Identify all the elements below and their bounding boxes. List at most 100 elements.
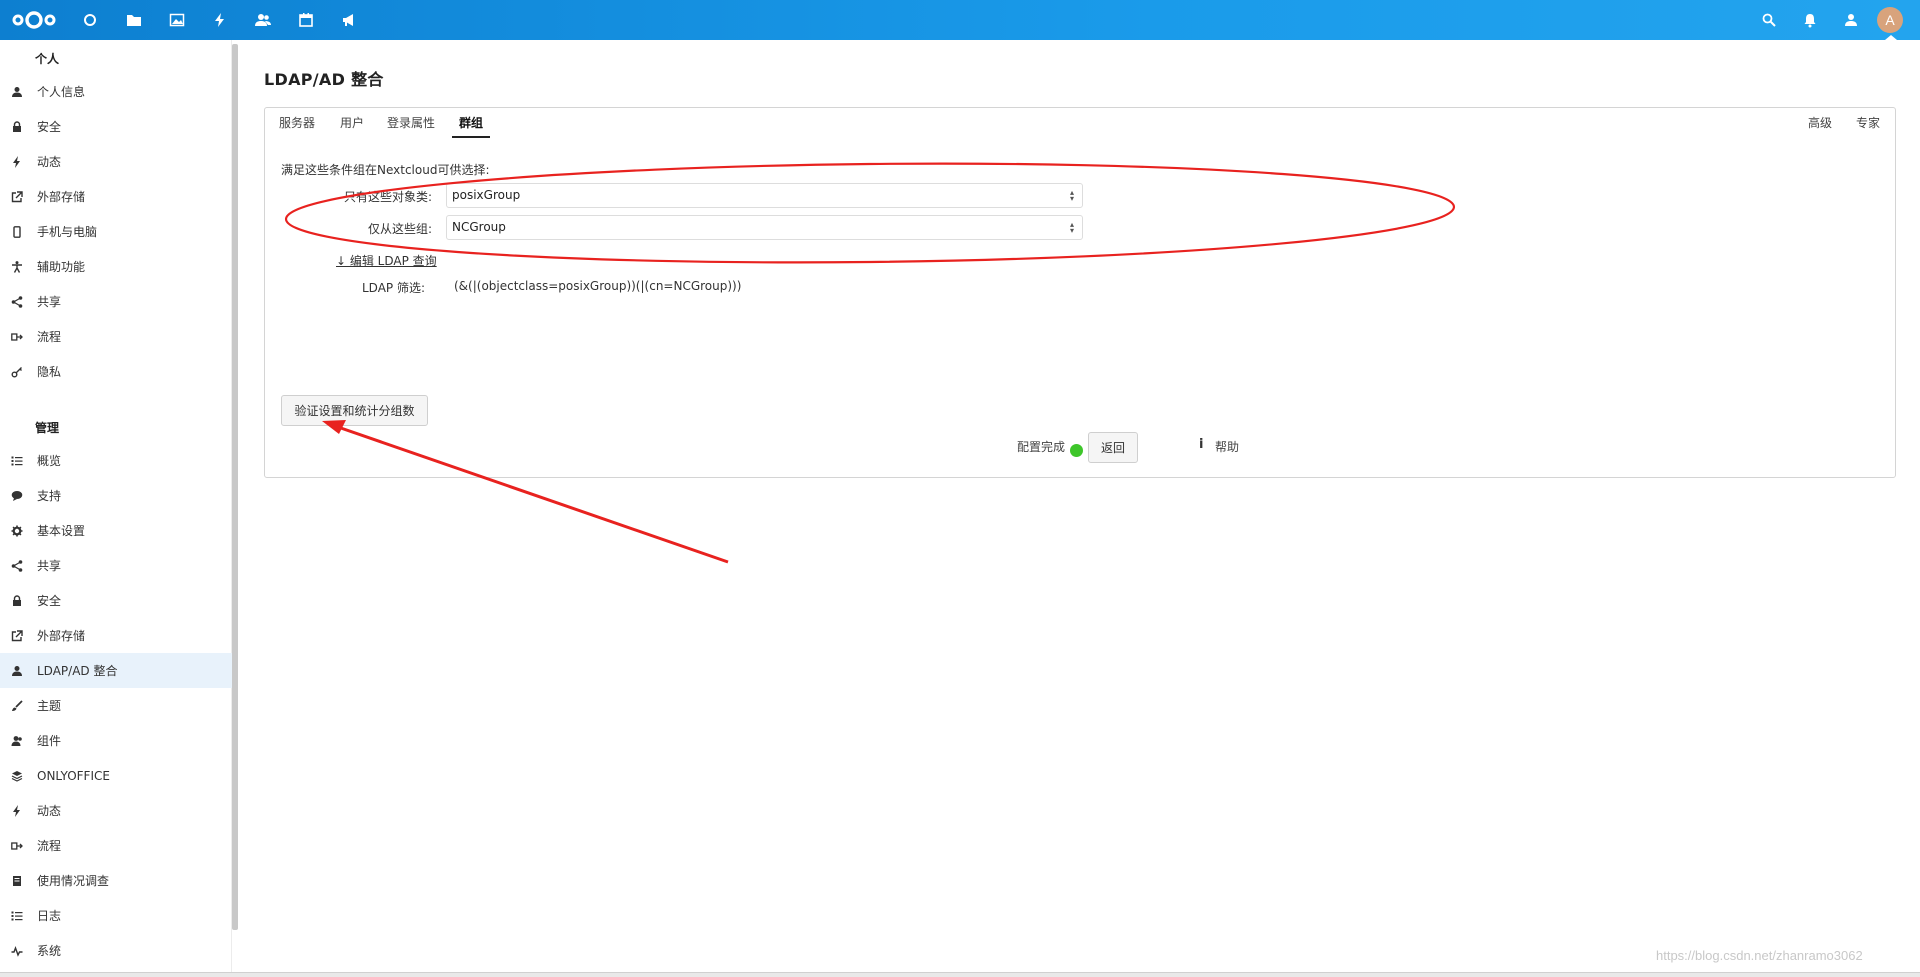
- sidebar-item-label: 手机与电脑: [37, 225, 98, 239]
- dashboard-icon[interactable]: [79, 9, 101, 31]
- lightning-icon: [10, 155, 24, 169]
- photos-icon[interactable]: [166, 9, 188, 31]
- sidebar-caption-admin: 管理: [35, 421, 60, 435]
- contacts-icon[interactable]: [252, 9, 274, 31]
- sidebar-item-usage-survey[interactable]: 使用情况调查: [0, 863, 232, 898]
- sidebar-item-admin-flow[interactable]: 流程: [0, 828, 232, 863]
- sidebar-item-personal-info[interactable]: 个人信息: [0, 74, 232, 109]
- sidebar-item-label: 隐私: [37, 365, 62, 379]
- sidebar-item-onlyoffice[interactable]: ONLYOFFICE: [0, 758, 232, 793]
- sidebar-item-label: 外部存储: [37, 190, 86, 204]
- sidebar-item-overview[interactable]: 概览: [0, 443, 232, 478]
- phone-icon: [10, 225, 24, 239]
- tab-expert[interactable]: 专家: [1856, 114, 1880, 136]
- user-icon: [10, 664, 24, 678]
- lightning-icon: [10, 804, 24, 818]
- tab-users[interactable]: 用户: [340, 114, 364, 136]
- gear-icon: [10, 524, 24, 538]
- sidebar-caption-personal: 个人: [35, 52, 60, 66]
- sidebar-item-activity[interactable]: 动态: [0, 144, 232, 179]
- watermark-text: https://blog.csdn.net/zhanramo3062: [1656, 948, 1863, 963]
- sidebar-item-label: 概览: [37, 454, 62, 468]
- edit-ldap-query-link[interactable]: ↓ 编辑 LDAP 查询: [336, 252, 437, 269]
- group-icon: [10, 734, 24, 748]
- notifications-bell-icon[interactable]: [1799, 9, 1821, 31]
- help-link[interactable]: 帮助: [1215, 438, 1239, 455]
- tab-groups[interactable]: 群组: [452, 114, 491, 138]
- layers-icon: [10, 769, 24, 783]
- sidebar-item-label: 安全: [37, 120, 62, 134]
- speech-bubble-icon: [10, 489, 24, 503]
- nextcloud-logo-icon[interactable]: [10, 9, 58, 31]
- tab-server[interactable]: 服务器: [279, 114, 315, 136]
- sidebar-item-label: 辅助功能: [37, 260, 86, 274]
- activity-icon[interactable]: [209, 9, 231, 31]
- sidebar-item-privacy[interactable]: 隐私: [0, 354, 232, 389]
- pulse-icon: [10, 944, 24, 958]
- sidebar-item-label: 流程: [37, 330, 62, 344]
- sidebar-item-admin-sharing[interactable]: 共享: [0, 548, 232, 583]
- sidebar-item-theming[interactable]: 主题: [0, 688, 232, 723]
- sidebar-item-sharing[interactable]: 共享: [0, 284, 232, 319]
- sidebar-item-label: 动态: [37, 804, 62, 818]
- sidebar-item-label: ONLYOFFICE: [37, 768, 110, 783]
- external-link-icon: [10, 629, 24, 643]
- sidebar-item-external-storage[interactable]: 外部存储: [0, 179, 232, 214]
- sidebar-item-ldap[interactable]: LDAP/AD 整合: [0, 653, 232, 688]
- avatar-menu-caret: [1885, 35, 1897, 40]
- sidebar-item-support[interactable]: 支持: [0, 478, 232, 513]
- sidebar-item-admin-activity[interactable]: 动态: [0, 793, 232, 828]
- verify-settings-button[interactable]: 验证设置和统计分组数: [281, 395, 428, 426]
- user-avatar[interactable]: A: [1877, 7, 1903, 33]
- files-icon[interactable]: [123, 9, 145, 31]
- top-header: A: [0, 0, 1920, 40]
- sidebar-item-mobile-desktop[interactable]: 手机与电脑: [0, 214, 232, 249]
- share-icon: [10, 295, 24, 309]
- calendar-icon[interactable]: [295, 9, 317, 31]
- sidebar-item-admin-external-storage[interactable]: 外部存储: [0, 618, 232, 653]
- sidebar-item-label: 使用情况调查: [37, 874, 110, 888]
- accessibility-icon: [10, 260, 24, 274]
- sidebar-item-label: 共享: [37, 295, 62, 309]
- sidebar-scrollbar[interactable]: [232, 44, 238, 930]
- flow-icon: [10, 839, 24, 853]
- search-icon[interactable]: [1758, 9, 1780, 31]
- sidebar-item-label: 日志: [37, 909, 62, 923]
- object-class-select[interactable]: posixGroup ▴ ▾: [446, 183, 1083, 208]
- sidebar-item-flow[interactable]: 流程: [0, 319, 232, 354]
- groups-select[interactable]: NCGroup ▴ ▾: [446, 215, 1083, 240]
- sidebar-item-groupware[interactable]: 组件: [0, 723, 232, 758]
- select-arrows-icon: ▴ ▾: [1069, 220, 1074, 235]
- sidebar-item-logging[interactable]: 日志: [0, 898, 232, 933]
- key-icon: [10, 365, 24, 379]
- paintbrush-icon: [10, 699, 24, 713]
- sidebar-item-label: 主题: [37, 699, 62, 713]
- announcements-icon[interactable]: [338, 9, 360, 31]
- config-status-text: 配置完成: [1017, 440, 1066, 454]
- sidebar-item-label: 外部存储: [37, 629, 86, 643]
- sidebar-item-label: 系统: [37, 944, 62, 958]
- sidebar-item-label: 组件: [37, 734, 62, 748]
- sidebar-item-label: 动态: [37, 155, 62, 169]
- sidebar-item-label: 基本设置: [37, 524, 86, 538]
- sidebar-item-label: 支持: [37, 489, 62, 503]
- contacts-menu-icon[interactable]: [1840, 9, 1862, 31]
- sidebar-item-admin-security[interactable]: 安全: [0, 583, 232, 618]
- sidebar-item-system[interactable]: 系统: [0, 933, 232, 968]
- lock-icon: [10, 594, 24, 608]
- sidebar-item-basic-settings[interactable]: 基本设置: [0, 513, 232, 548]
- tab-advanced[interactable]: 高级: [1808, 114, 1832, 136]
- sidebar-item-security[interactable]: 安全: [0, 109, 232, 144]
- window-bottom-edge: [0, 972, 1920, 977]
- flow-icon: [10, 330, 24, 344]
- sidebar-item-label: LDAP/AD 整合: [37, 664, 118, 678]
- config-status-indicator: [1070, 444, 1083, 457]
- sidebar-item-label: 个人信息: [37, 85, 86, 99]
- back-button[interactable]: 返回: [1088, 432, 1138, 463]
- select-arrows-icon: ▴ ▾: [1069, 188, 1074, 203]
- object-class-value: posixGroup: [452, 188, 521, 202]
- sidebar-item-accessibility[interactable]: 辅助功能: [0, 249, 232, 284]
- groups-label: 仅从这些组:: [367, 222, 432, 236]
- tab-login-attributes[interactable]: 登录属性: [387, 114, 435, 136]
- info-icon[interactable]: i: [1199, 437, 1203, 452]
